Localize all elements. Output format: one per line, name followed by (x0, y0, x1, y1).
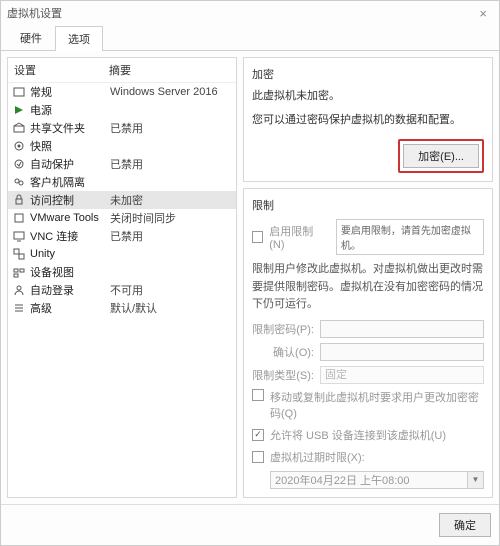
tabs: 硬件 选项 (1, 25, 499, 51)
list-item-summary: 不可用 (110, 282, 232, 298)
encryption-group: 加密 此虚拟机未加密。 您可以通过密码保护虚拟机的数据和配置。 加密(E)... (243, 57, 493, 182)
close-icon[interactable]: × (473, 6, 493, 21)
list-item-label: VMware Tools (30, 212, 110, 224)
list-item-label: 常规 (30, 84, 110, 100)
restriction-title: 限制 (252, 197, 484, 213)
list-item-summary: 默认/默认 (110, 300, 232, 316)
general-icon (12, 85, 26, 99)
move-copy-checkbox[interactable] (252, 389, 264, 401)
list-item[interactable]: 高级默认/默认 (8, 299, 236, 317)
encryption-desc: 您可以通过密码保护虚拟机的数据和配置。 (252, 112, 484, 130)
list-item-label: 电源 (30, 102, 110, 118)
restriction-hint: 要启用限制，请首先加密虚拟机。 (336, 219, 484, 255)
move-copy-label: 移动或复制此虚拟机时要求用户更改加密密码(Q) (270, 389, 484, 421)
list-item-summary: Windows Server 2016 (110, 86, 232, 98)
vnc-icon (12, 229, 26, 243)
tools-icon (12, 211, 26, 225)
list-item-label: 自动登录 (30, 282, 110, 298)
list-item-summary: 关闭时间同步 (110, 210, 232, 226)
list-item-summary: 已禁用 (110, 156, 232, 172)
list-item-label: 客户机隔离 (30, 174, 110, 190)
restriction-group: 限制 启用限制(N) 要启用限制，请首先加密虚拟机。 限制用户修改此虚拟机。对虚… (243, 188, 493, 498)
list-item[interactable]: 常规Windows Server 2016 (8, 83, 236, 101)
list-item[interactable]: Unity (8, 245, 236, 263)
chevron-down-icon[interactable]: ▼ (468, 471, 484, 489)
expire-checkbox[interactable] (252, 451, 264, 463)
expire-datetime-input[interactable] (270, 471, 468, 489)
restriction-confirm-label: 确认(O): (252, 344, 314, 360)
list-item-summary: 未加密 (110, 192, 232, 208)
list-item-label: 高级 (30, 300, 110, 316)
list-item-summary: 已禁用 (110, 228, 232, 244)
col-summary: 摘要 (109, 62, 131, 78)
restriction-password-input[interactable] (320, 320, 484, 338)
list-item-label: 共享文件夹 (30, 120, 110, 136)
list-item-label: Unity (30, 248, 110, 260)
encryption-title: 加密 (252, 66, 484, 82)
list-item[interactable]: 电源 (8, 101, 236, 119)
list-item-summary: 已禁用 (110, 120, 232, 136)
list-item[interactable]: VMware Tools关闭时间同步 (8, 209, 236, 227)
list-item[interactable]: 共享文件夹已禁用 (8, 119, 236, 137)
list-item-label: 设备视图 (30, 264, 110, 280)
list-item[interactable]: 自动登录不可用 (8, 281, 236, 299)
restriction-desc: 限制用户修改此虚拟机。对虚拟机做出更改时需要提供限制密码。虚拟机在没有加密密码的… (252, 261, 484, 314)
autologin-icon (12, 283, 26, 297)
restriction-password-label: 限制密码(P): (252, 321, 314, 337)
snapshot-icon (12, 139, 26, 153)
encryption-status: 此虚拟机未加密。 (252, 88, 484, 106)
usb-checkbox[interactable] (252, 429, 264, 441)
list-item-label: VNC 连接 (30, 228, 110, 244)
list-item[interactable]: 自动保护已禁用 (8, 155, 236, 173)
advanced-icon (12, 301, 26, 315)
unity-icon (12, 247, 26, 261)
list-item[interactable]: 快照 (8, 137, 236, 155)
list-item[interactable]: VNC 连接已禁用 (8, 227, 236, 245)
enable-restriction-checkbox[interactable] (252, 231, 263, 243)
expire-label: 虚拟机过期时限(X): (270, 449, 365, 465)
restriction-confirm-input[interactable] (320, 343, 484, 361)
encrypt-button[interactable]: 加密(E)... (403, 144, 479, 168)
list-item-label: 快照 (30, 138, 110, 154)
enable-restriction-label: 启用限制(N) (269, 223, 324, 251)
list-item[interactable]: 客户机隔离 (8, 173, 236, 191)
list-item[interactable]: 访问控制未加密 (8, 191, 236, 209)
dialog-footer: 确定 (1, 504, 499, 545)
restriction-type-select[interactable]: 固定 (320, 366, 484, 384)
view-icon (12, 265, 26, 279)
tab-hardware[interactable]: 硬件 (7, 25, 55, 50)
settings-list: 常规Windows Server 2016电源共享文件夹已禁用快照自动保护已禁用… (8, 83, 236, 497)
list-item-label: 访问控制 (30, 192, 110, 208)
shared-icon (12, 121, 26, 135)
window-title: 虚拟机设置 (7, 5, 62, 21)
encrypt-highlight: 加密(E)... (398, 139, 484, 173)
guest-icon (12, 175, 26, 189)
ok-button[interactable]: 确定 (439, 513, 491, 537)
tab-options[interactable]: 选项 (55, 26, 103, 51)
list-item[interactable]: 设备视图 (8, 263, 236, 281)
power-icon (12, 103, 26, 117)
access-icon (12, 193, 26, 207)
usb-label: 允许将 USB 设备连接到该虚拟机(U) (270, 427, 446, 443)
autoprotect-icon (12, 157, 26, 171)
settings-list-panel: 设置 摘要 常规Windows Server 2016电源共享文件夹已禁用快照自… (7, 57, 237, 498)
col-settings: 设置 (14, 62, 109, 78)
list-item-label: 自动保护 (30, 156, 110, 172)
restriction-type-label: 限制类型(S): (252, 367, 314, 383)
